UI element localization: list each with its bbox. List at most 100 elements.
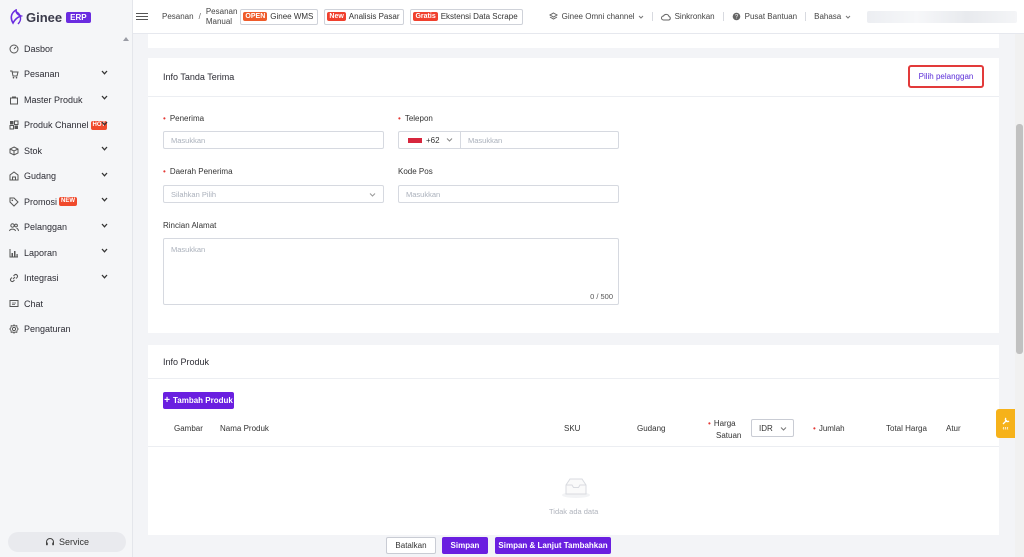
sidebar-item-promosi[interactable]: Promosi NEW	[0, 189, 132, 215]
required-marker: •	[398, 114, 401, 123]
chart-icon	[9, 248, 19, 258]
address-placeholder: Masukkan	[171, 245, 206, 254]
sidebar-item-label: Stok	[24, 145, 43, 156]
top-right-menu: Ginee Omni channel Sinkronkan ? Pusat Ba…	[541, 12, 860, 21]
sidebar-scrollbar[interactable]	[120, 34, 132, 524]
chevron-down-icon	[101, 197, 108, 202]
address-textarea[interactable]: Masukkan 0 / 500	[163, 238, 619, 305]
quantity-label: Jumlah	[818, 424, 845, 433]
link-icon	[9, 273, 19, 283]
currency-select[interactable]: IDR	[751, 419, 794, 437]
omni-channel-dropdown[interactable]: Ginee Omni channel	[541, 12, 653, 21]
sidebar-item-chat[interactable]: Chat	[0, 291, 132, 317]
users-icon	[9, 222, 19, 232]
help-icon: ?	[732, 12, 740, 21]
sync-button[interactable]: Sinkronkan	[653, 12, 724, 21]
sidebar-item-pesanan[interactable]: Pesanan	[0, 62, 132, 88]
chevron-down-icon	[101, 146, 108, 151]
chevron-down-icon	[845, 15, 851, 19]
required-marker: •	[708, 419, 711, 428]
chevron-down-icon	[101, 223, 108, 228]
content-scrollbar[interactable]	[1015, 34, 1024, 557]
postcode-label: Kode Pos	[398, 167, 433, 176]
sidebar-item-laporan[interactable]: Laporan	[0, 240, 132, 266]
sidebar-item-integrasi[interactable]: Integrasi	[0, 266, 132, 292]
chevron-down-icon	[638, 15, 643, 19]
data-scrape-label: Ekstensi Data Scrape	[440, 12, 518, 21]
top-bar: Pesanan / Pesanan Manual OPEN Ginee WMS …	[133, 0, 1024, 34]
menu-toggle-icon[interactable]	[136, 11, 148, 22]
breadcrumb-current-line1: Pesanan	[205, 6, 238, 16]
cancel-button[interactable]: Batalkan	[386, 537, 436, 554]
required-marker: •	[163, 167, 166, 176]
sidebar-item-stok[interactable]: Stok	[0, 138, 132, 164]
analisis-pasar-button[interactable]: New Analisis Pasar	[324, 8, 405, 25]
ginee-wms-label: Ginee WMS	[270, 12, 314, 21]
user-account-blurred[interactable]	[867, 10, 1018, 23]
sidebar-item-produk-channel[interactable]: Produk Channel HOT	[0, 113, 132, 139]
scroll-up-arrow-icon[interactable]	[123, 37, 129, 41]
sidebar-nav: Dasbor Pesanan Master Produk Produk Chan…	[0, 34, 132, 342]
phone-input[interactable]: Masukkan	[460, 131, 619, 149]
service-button[interactable]: Service	[8, 532, 126, 552]
sidebar-item-label: Produk Channel	[24, 120, 89, 131]
plus-icon: +	[164, 395, 170, 406]
language-dropdown[interactable]: Bahasa	[806, 12, 859, 21]
phone-label-text: Telepon	[404, 114, 433, 123]
sidebar-item-dasbor[interactable]: Dasbor	[0, 36, 132, 62]
sidebar-item-label: Pesanan	[24, 69, 60, 80]
add-product-button[interactable]: + Tambah Produk	[163, 392, 234, 409]
sidebar-item-pelanggan[interactable]: Pelanggan	[0, 215, 132, 241]
sidebar-item-label: Pelanggan	[24, 222, 68, 233]
chevron-down-icon	[101, 121, 108, 126]
gratis-pill: Gratis	[413, 12, 438, 21]
chevron-down-icon	[101, 248, 108, 253]
sidebar-item-master-produk[interactable]: Master Produk	[0, 87, 132, 113]
sidebar-item-pengaturan[interactable]: Pengaturan	[0, 317, 132, 343]
col-unit-price: • Harga Satuan	[708, 418, 741, 442]
country-code-value: +62	[426, 135, 440, 145]
breadcrumb-current-line2: Manual	[205, 16, 233, 26]
recipient-label: • Penerima	[163, 114, 204, 123]
recipient-input[interactable]: Masukkan	[163, 131, 384, 149]
col-action: Atur	[946, 424, 961, 433]
tag-icon	[9, 197, 19, 207]
sidebar-item-label: Chat	[24, 298, 44, 309]
country-code-select[interactable]: +62	[398, 131, 460, 149]
sidebar-item-gudang[interactable]: Gudang	[0, 164, 132, 190]
unit-price-line1: Harga	[713, 419, 736, 428]
required-marker: •	[813, 424, 816, 433]
previous-section-card	[148, 34, 999, 48]
currency-value: IDR	[759, 423, 773, 433]
col-warehouse: Gudang	[637, 424, 666, 433]
new-badge: NEW	[59, 197, 78, 207]
ginee-wms-button[interactable]: OPEN Ginee WMS	[240, 8, 319, 25]
data-scrape-button[interactable]: Gratis Ekstensi Data Scrape	[410, 8, 523, 25]
gear-icon	[9, 324, 19, 335]
required-marker: •	[163, 114, 166, 123]
region-select[interactable]: Silahkan Pilih	[163, 185, 384, 203]
sidebar: Ginee ERP Dasbor Pesanan Master Produk P…	[0, 0, 133, 557]
chat-icon	[9, 299, 19, 309]
breadcrumb-separator: /	[198, 12, 201, 21]
scrollbar-thumb[interactable]	[1016, 124, 1023, 354]
postcode-input[interactable]: Masukkan	[398, 185, 619, 203]
chevron-down-icon	[780, 427, 787, 431]
table-header-divider	[148, 446, 999, 447]
save-and-continue-button[interactable]: Simpan & Lanjut Tambahkan	[495, 537, 611, 554]
pick-customer-button[interactable]: Pilih pelanggan	[908, 65, 984, 88]
help-center-label: Pusat Bantuan	[744, 12, 798, 21]
recipient-label-text: Penerima	[169, 114, 205, 123]
floating-helper-widget[interactable]: ‹‹‹	[996, 409, 1015, 438]
help-center-button[interactable]: ? Pusat Bantuan	[724, 12, 807, 21]
chevron-down-icon	[101, 70, 108, 75]
address-label: Rincian Alamat	[163, 221, 217, 230]
sidebar-item-label: Laporan	[24, 247, 58, 258]
ginee-logo-icon	[10, 9, 23, 25]
col-sku: SKU	[564, 424, 581, 433]
logo-badge: ERP	[66, 11, 91, 23]
address-char-counter: 0 / 500	[590, 292, 613, 301]
breadcrumb-pesanan[interactable]: Pesanan	[162, 12, 194, 21]
logo[interactable]: Ginee ERP	[0, 0, 132, 34]
save-button[interactable]: Simpan	[442, 537, 488, 554]
